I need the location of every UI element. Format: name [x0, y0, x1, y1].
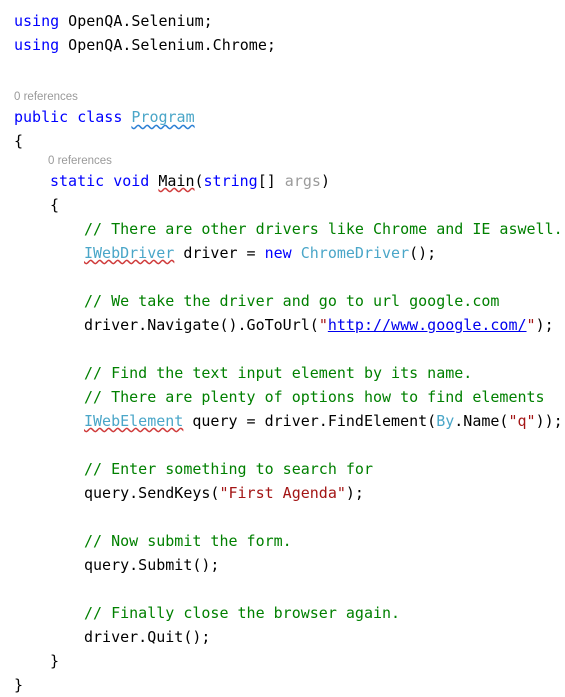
parameter-args: args	[275, 172, 321, 190]
code-line-comment-submit[interactable]: // Now submit the form.	[0, 529, 565, 553]
keyword-using: using	[14, 36, 60, 54]
array-brackets: []	[257, 172, 276, 190]
keyword-public: public	[14, 108, 69, 126]
paren-open: (	[194, 172, 204, 190]
type-iwebdriver: IWebDriver	[84, 244, 175, 262]
statement-tail: ();	[409, 244, 437, 262]
keyword-string: string	[203, 172, 258, 190]
quote-open: "	[219, 484, 229, 502]
call-by-name: .Name(	[454, 412, 509, 430]
quote-open: "	[508, 412, 518, 430]
code-line-sendkeys[interactable]: query.SendKeys("First Agenda");	[0, 481, 565, 505]
code-line-comment-enter[interactable]: // Enter something to search for	[0, 457, 565, 481]
comment-text: // There are other drivers like Chrome a…	[84, 220, 563, 238]
statement-tail: );	[535, 316, 554, 334]
comment-text: // Enter something to search for	[84, 460, 373, 478]
code-line-class-declaration[interactable]: public class Program	[0, 105, 565, 129]
type-by: By	[436, 412, 455, 430]
quote-close: "	[526, 316, 536, 334]
code-line-using-1[interactable]: using OpenQA.Selenium;	[0, 9, 565, 33]
variable-driver: driver =	[174, 244, 265, 262]
statement-tail: );	[345, 484, 364, 502]
code-line-comment-close[interactable]: // Finally close the browser again.	[0, 601, 565, 625]
class-name-program: Program	[131, 108, 195, 126]
keyword-using: using	[14, 12, 60, 30]
method-name-main: Main	[158, 172, 195, 190]
quote-close: "	[526, 412, 536, 430]
code-line-quit[interactable]: driver.Quit();	[0, 625, 565, 649]
call-quit: driver.Quit();	[84, 628, 211, 646]
comment-text: // We take the driver and go to url goog…	[84, 292, 500, 310]
code-line-method-declaration[interactable]: static void Main(string[] args)	[0, 169, 565, 193]
call-findelement: query = driver.FindElement(	[183, 412, 437, 430]
code-line-comment-find-2[interactable]: // There are plenty of options how to fi…	[0, 385, 565, 409]
code-line-comment-find-1[interactable]: // Find the text input element by its na…	[0, 361, 565, 385]
quote-open: "	[318, 316, 328, 334]
quote-close: "	[336, 484, 346, 502]
code-line-brace-open-class[interactable]: {	[0, 129, 565, 153]
codelens-method-references[interactable]: 0 references	[0, 153, 565, 169]
statement-tail: ));	[535, 412, 563, 430]
brace-close: }	[14, 676, 24, 694]
code-editor-surface[interactable]: using OpenQA.Selenium; using OpenQA.Sele…	[0, 0, 565, 694]
string-literal-first-agenda: First Agenda	[228, 484, 337, 502]
keyword-static: static	[50, 172, 105, 190]
code-line-find-element[interactable]: IWebElement query = driver.FindElement(B…	[0, 409, 565, 433]
code-line-driver-instantiation[interactable]: IWebDriver driver = new ChromeDriver();	[0, 241, 565, 265]
keyword-new: new	[264, 244, 292, 262]
namespace-selenium-chrome: OpenQA.Selenium.Chrome;	[59, 36, 276, 54]
call-navigate-gotourl: driver.Navigate().GoToUrl(	[84, 316, 319, 334]
comment-text: // There are plenty of options how to fi…	[84, 388, 545, 406]
code-line-navigate-gotourl[interactable]: driver.Navigate().GoToUrl("http://www.go…	[0, 313, 565, 337]
namespace-selenium: OpenQA.Selenium;	[59, 12, 213, 30]
keyword-class: class	[77, 108, 123, 126]
brace-open: {	[14, 132, 24, 150]
code-line-brace-close-method[interactable]: }	[0, 649, 565, 673]
codelens-class-references[interactable]: 0 references	[0, 89, 565, 105]
hyperlink-google-url[interactable]: http://www.google.com/	[328, 316, 527, 334]
brace-close: }	[50, 652, 60, 670]
code-line-using-2[interactable]: using OpenQA.Selenium.Chrome;	[0, 33, 565, 57]
code-line-submit[interactable]: query.Submit();	[0, 553, 565, 577]
string-literal-q: q	[517, 412, 527, 430]
comment-text: // Find the text input element by its na…	[84, 364, 473, 382]
call-submit: query.Submit();	[84, 556, 220, 574]
type-chromedriver: ChromeDriver	[291, 244, 410, 262]
type-iwebelement: IWebElement	[84, 412, 184, 430]
code-line-brace-close-class[interactable]: }	[0, 673, 565, 697]
comment-text: // Finally close the browser again.	[84, 604, 401, 622]
code-line-comment-url[interactable]: // We take the driver and go to url goog…	[0, 289, 565, 313]
brace-open: {	[50, 196, 60, 214]
call-sendkeys: query.SendKeys(	[84, 484, 220, 502]
comment-text: // Now submit the form.	[84, 532, 292, 550]
code-line-comment-drivers[interactable]: // There are other drivers like Chrome a…	[0, 217, 565, 241]
paren-close: )	[320, 172, 330, 190]
code-line-brace-open-method[interactable]: {	[0, 193, 565, 217]
keyword-void: void	[113, 172, 150, 190]
